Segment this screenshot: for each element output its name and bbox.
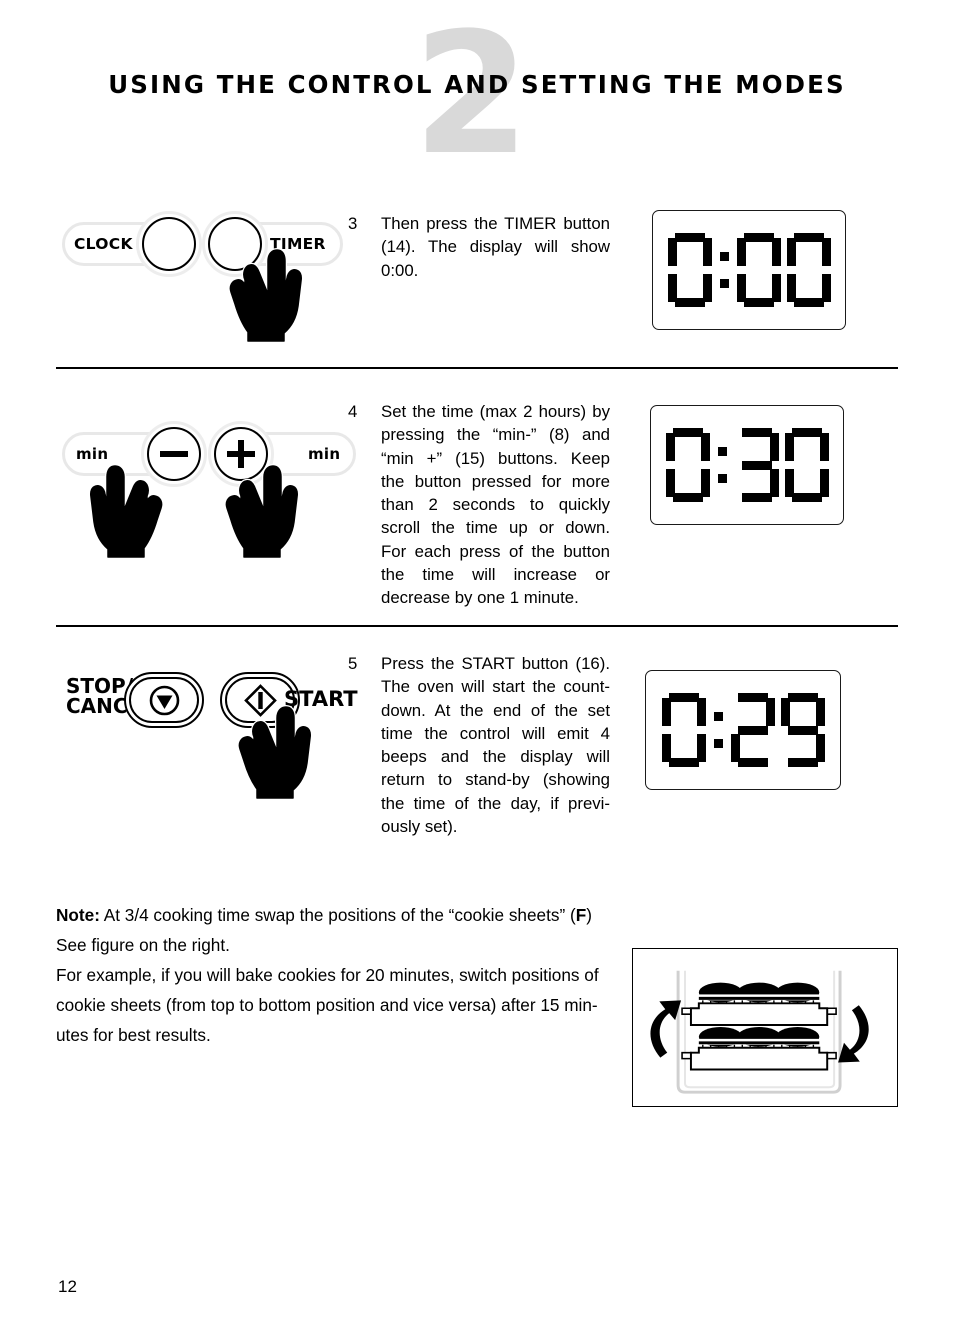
lcd-digit-2 bbox=[730, 693, 775, 767]
manual-page: 2 USING THE CONTROL AND SETTING THE MODE… bbox=[0, 0, 954, 1330]
section-divider bbox=[56, 367, 898, 369]
note-paragraph-line-2: cookie sheets (from top to bottom positi… bbox=[56, 995, 598, 1015]
step-3-number: 3 bbox=[348, 214, 358, 233]
display-panel-step-3 bbox=[652, 210, 846, 330]
note-line-2: See figure on the right. bbox=[56, 935, 230, 955]
section-divider bbox=[56, 625, 898, 627]
step-5-number: 5 bbox=[348, 654, 358, 673]
note-bold-ref: F bbox=[575, 905, 587, 925]
step-4-number: 4 bbox=[348, 402, 358, 421]
note-block: Note: At 3/4 cooking time swap the posit… bbox=[56, 900, 624, 1050]
clock-key-label: CLOCK bbox=[74, 235, 133, 253]
lcd-colon bbox=[716, 428, 729, 502]
display-panel-step-4 bbox=[650, 405, 844, 525]
note-line-1-close: ) bbox=[586, 905, 592, 925]
stop-triangle-icon bbox=[149, 685, 180, 716]
note-paragraph-line-3: utes for best results. bbox=[56, 1025, 211, 1045]
pointing-hand-icon bbox=[237, 705, 313, 800]
pointing-hand-icon bbox=[224, 464, 300, 559]
note-paragraph-line-1: For example, if you will bake cookies fo… bbox=[56, 965, 599, 985]
control-group-stop-start: STOP/ CANCEL START bbox=[56, 668, 358, 808]
note-label: Note: bbox=[56, 905, 100, 925]
clock-button[interactable] bbox=[142, 217, 196, 271]
lcd-colon bbox=[718, 233, 731, 307]
step-5-text: Press the START button (16). The oven wi… bbox=[381, 654, 610, 837]
pointing-hand-icon bbox=[228, 248, 304, 343]
page-number: 12 bbox=[58, 1277, 77, 1296]
step-3: 3 Then press the TIMER button (14). The … bbox=[348, 212, 610, 282]
control-group-clock-timer: CLOCK TIMER bbox=[56, 210, 346, 343]
lcd-digit-2 bbox=[786, 233, 831, 307]
step-3-text: Then press the TIMER button (14). The di… bbox=[381, 214, 610, 280]
minus-icon bbox=[160, 451, 188, 457]
step-4-text: Set the time (max 2 hours) by pressing t… bbox=[381, 402, 610, 608]
lcd-colon bbox=[712, 693, 725, 767]
note-line-1-rest: At 3/4 cooking time swap the positions o… bbox=[99, 905, 576, 925]
page-title: USING THE CONTROL AND SETTING THE MODES bbox=[108, 70, 846, 99]
step-5: 5 Press the START button (16). The oven … bbox=[348, 652, 610, 838]
oven-rack-swap-figure bbox=[632, 948, 898, 1107]
control-group-min-minus-plus: min min bbox=[56, 420, 356, 560]
lcd-digits bbox=[665, 428, 829, 502]
lcd-digit-0b bbox=[784, 428, 829, 502]
display-panel-step-5 bbox=[645, 670, 841, 790]
lcd-digit-1 bbox=[736, 233, 781, 307]
lcd-digit-0 bbox=[661, 693, 706, 767]
step-4: 4 Set the time (max 2 hours) by pressing… bbox=[348, 400, 610, 610]
arrow-down-right bbox=[838, 1005, 869, 1063]
note-line-1: Note: At 3/4 cooking time swap the posit… bbox=[56, 900, 624, 930]
lcd-digit-0 bbox=[665, 428, 710, 502]
min-plus-key-label: min bbox=[308, 445, 341, 463]
lcd-digits bbox=[667, 233, 831, 307]
lcd-digit-3 bbox=[735, 428, 779, 502]
lcd-digits bbox=[661, 693, 825, 767]
pointing-hand-icon bbox=[88, 464, 164, 559]
oven-rack-swap-diagram bbox=[650, 970, 869, 1094]
arrow-up-left bbox=[650, 1000, 682, 1058]
lcd-digit-0 bbox=[667, 233, 712, 307]
lcd-digit-9 bbox=[780, 693, 825, 767]
